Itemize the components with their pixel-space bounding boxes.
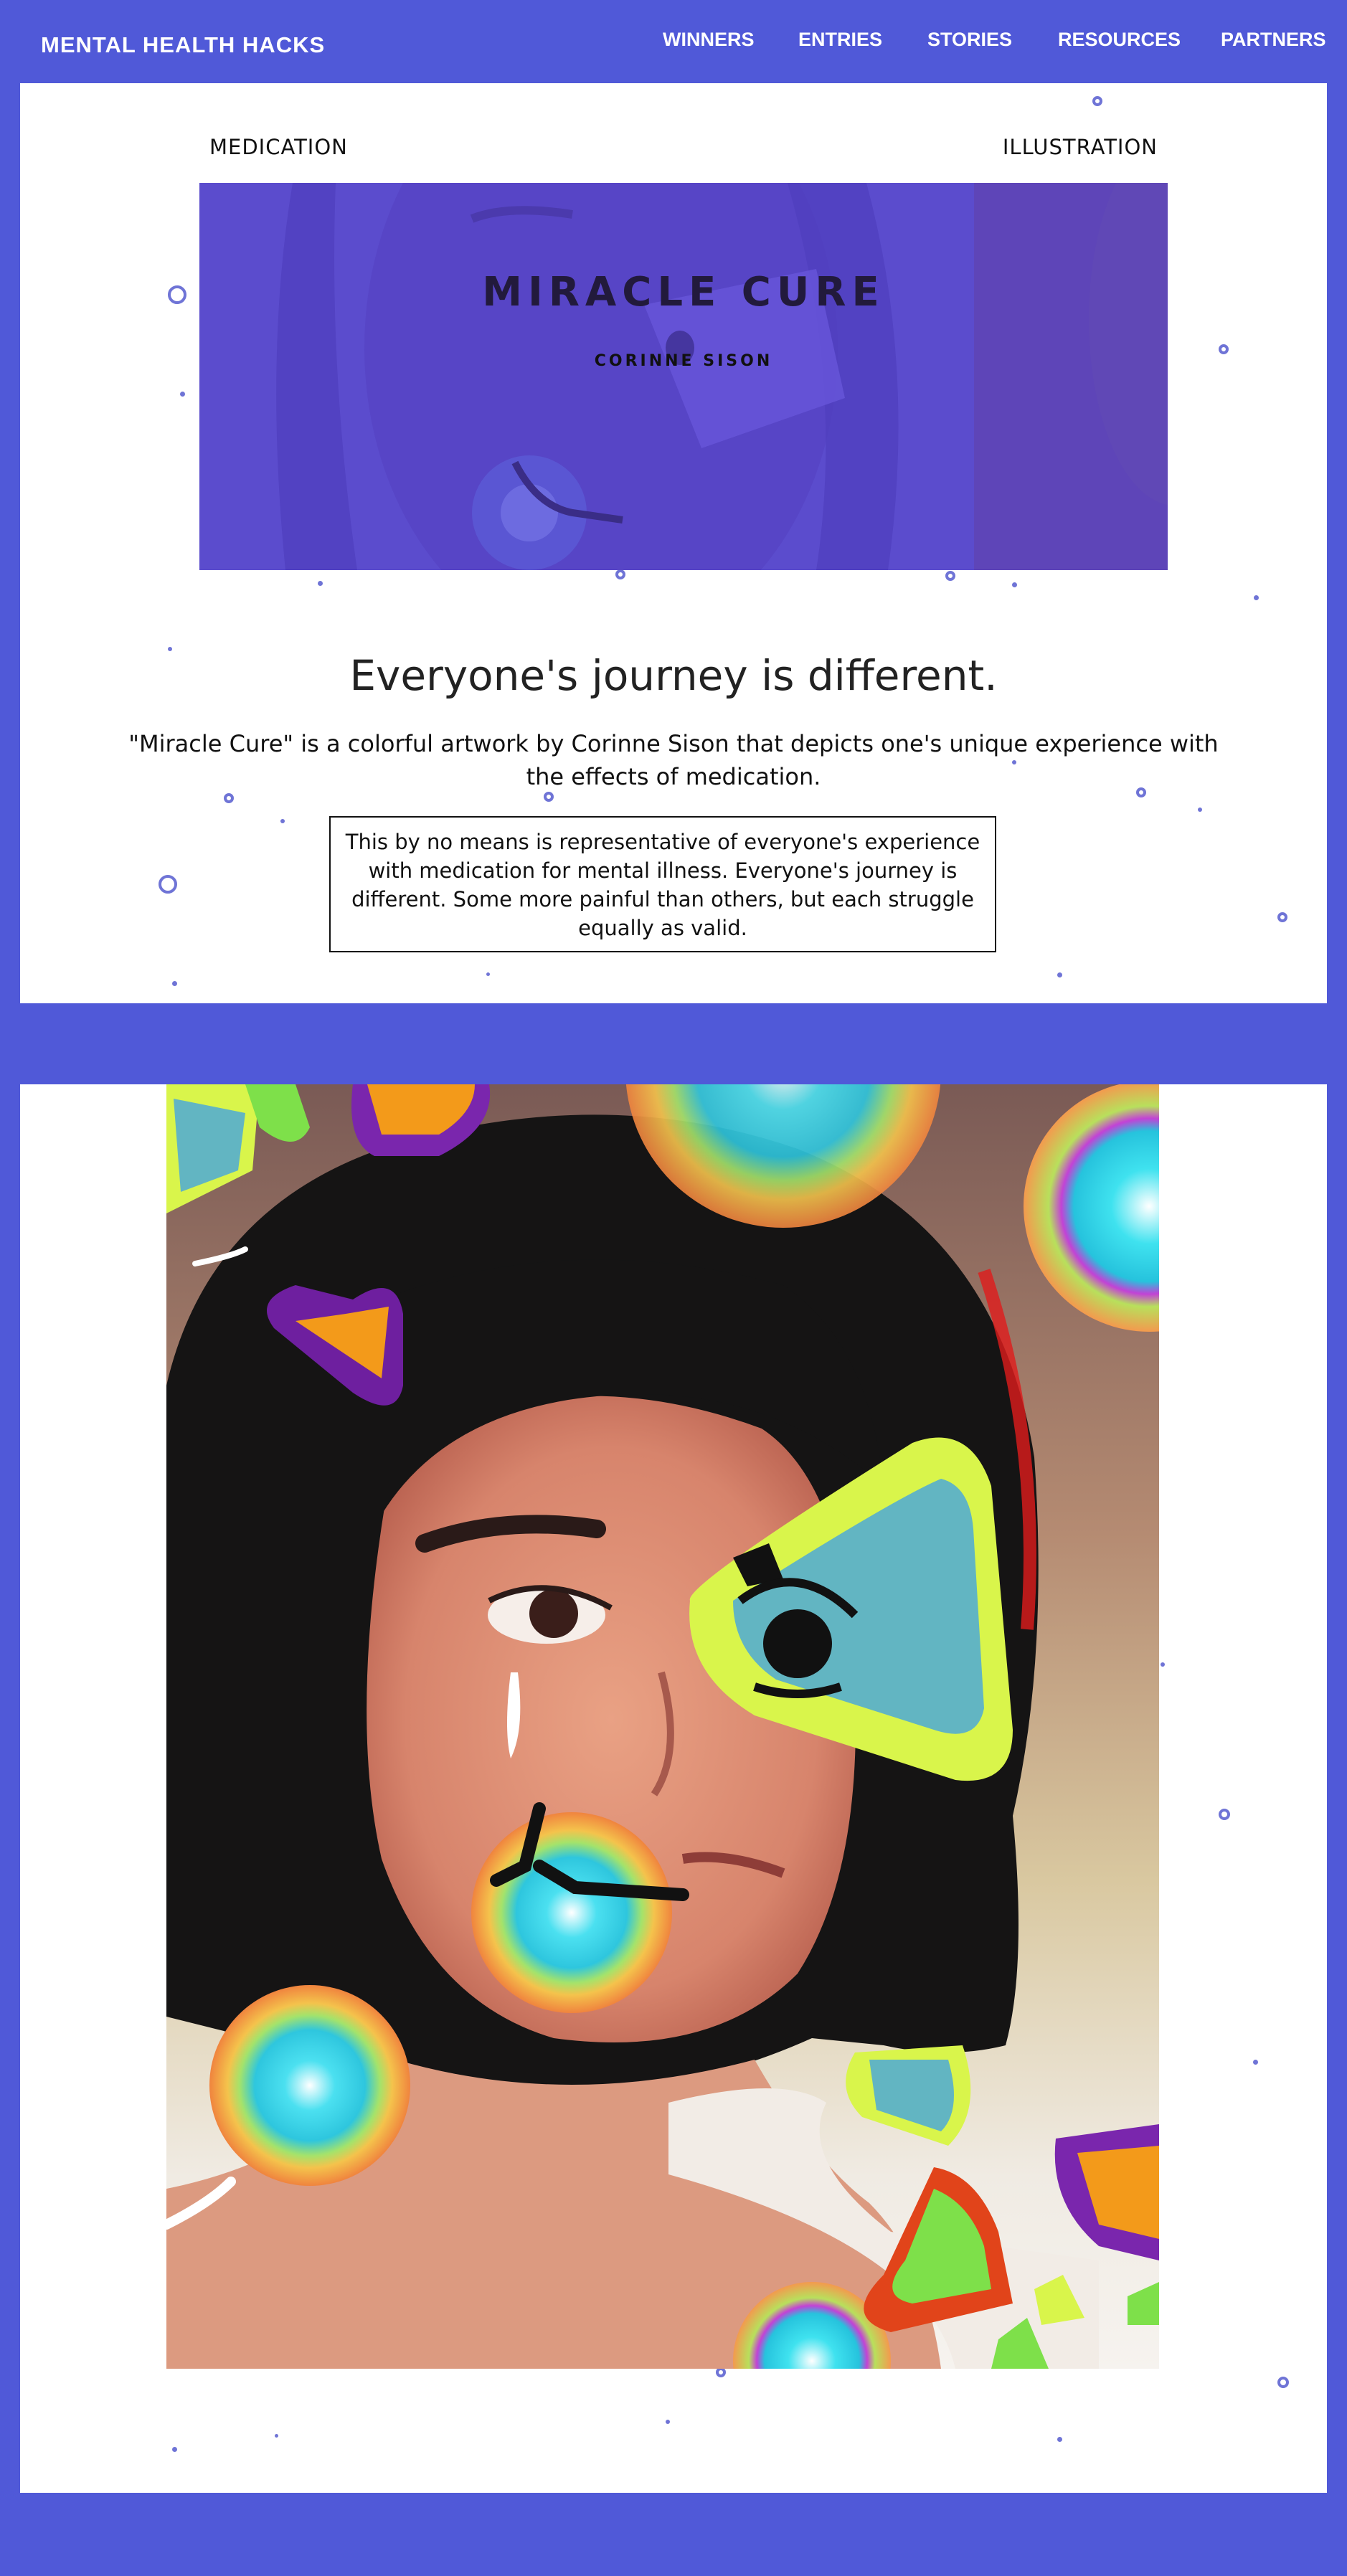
nav-link-winners[interactable]: WINNERS xyxy=(663,29,755,51)
decorative-dot xyxy=(224,793,234,803)
nav-link-partners[interactable]: PARTNERS xyxy=(1221,29,1326,51)
category-illustration: ILLUSTRATION xyxy=(1002,135,1158,159)
decorative-dot xyxy=(1057,972,1062,977)
nav-link-resources[interactable]: RESOURCES xyxy=(1058,29,1181,51)
decorative-dot xyxy=(1219,1809,1230,1820)
decorative-dot xyxy=(945,571,955,581)
entry-description: "Miracle Cure" is a colorful artwork by … xyxy=(128,730,1219,790)
decorative-dot xyxy=(615,569,625,579)
nav-link-stories[interactable]: STORIES xyxy=(927,29,1012,51)
decorative-dot xyxy=(1253,2060,1258,2065)
decorative-dot xyxy=(1012,582,1017,587)
hero-background-art xyxy=(199,183,1168,570)
decorative-dot xyxy=(1219,344,1229,354)
decorative-dot xyxy=(280,819,285,823)
decorative-dot xyxy=(1092,96,1102,106)
entry-author: CORINNE SISON xyxy=(594,352,773,370)
category-medication: MEDICATION xyxy=(209,135,348,159)
decorative-dot xyxy=(666,2420,670,2424)
decorative-dot xyxy=(544,792,554,802)
decorative-dot xyxy=(486,972,490,976)
disclaimer-note: This by no means is representative of ev… xyxy=(329,816,996,952)
decorative-dot xyxy=(168,285,186,304)
entry-header-card: MEDICATION ILLUSTRATION MIRACLE CURE COR… xyxy=(20,83,1327,1003)
decorative-dot xyxy=(716,2367,726,2377)
decorative-dot xyxy=(159,875,177,894)
artwork-card xyxy=(20,1084,1327,2493)
nav-link-entries[interactable]: ENTRIES xyxy=(798,29,882,51)
decorative-dot xyxy=(1057,2437,1062,2442)
decorative-dot xyxy=(1277,912,1287,922)
decorative-dot xyxy=(275,2434,278,2438)
hero-banner: MIRACLE CURE CORINNE SISON xyxy=(199,183,1168,570)
decorative-dot xyxy=(318,581,323,586)
top-navbar: MENTAL HEALTH HACKS WINNERS ENTRIES STOR… xyxy=(0,0,1347,83)
decorative-dot xyxy=(172,2447,177,2452)
decorative-dot xyxy=(1198,808,1202,812)
artwork-image xyxy=(166,1084,1159,2369)
decorative-dot xyxy=(180,392,185,397)
decorative-dot xyxy=(172,981,177,986)
decorative-dot xyxy=(1161,1662,1165,1667)
entry-title: MIRACLE CURE xyxy=(482,269,885,316)
site-logo-link[interactable]: MENTAL HEALTH HACKS xyxy=(41,32,325,58)
decorative-dot xyxy=(1277,2377,1289,2388)
entry-headline: Everyone's journey is different. xyxy=(349,651,998,700)
decorative-dot xyxy=(1254,595,1259,600)
